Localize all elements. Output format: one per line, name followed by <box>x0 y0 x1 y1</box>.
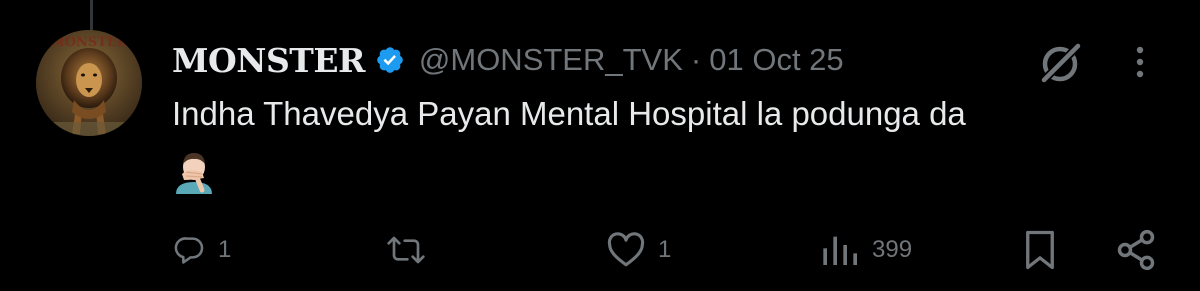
thread-connector-line <box>90 0 93 30</box>
share-icon <box>1117 229 1155 271</box>
verified-badge-icon[interactable] <box>375 45 405 75</box>
views-icon <box>823 236 857 265</box>
grok-icon[interactable] <box>1036 38 1086 88</box>
like-button[interactable]: 1 <box>606 222 671 278</box>
avatar-watermark-text: MONSTER <box>50 35 128 50</box>
bookmark-button[interactable] <box>1022 222 1058 278</box>
tweet-actions-bar: 1 1 399 <box>0 222 1200 278</box>
tweet-header: MONSTER @MONSTER_TVK · 01 Oct 25 <box>172 36 844 84</box>
like-count: 1 <box>658 236 672 263</box>
user-handle[interactable]: @MONSTER_TVK <box>419 42 683 78</box>
retweet-button[interactable] <box>386 222 438 278</box>
bookmark-icon <box>1026 230 1054 270</box>
tweet-date[interactable]: 01 Oct 25 <box>709 42 843 78</box>
reply-button[interactable]: 1 <box>174 222 231 278</box>
avatar[interactable]: MONSTER <box>36 30 142 136</box>
share-button[interactable] <box>1114 222 1158 278</box>
header-separator: · <box>690 42 702 77</box>
tweet-text: Indha Thavedya Payan Mental Hospital la … <box>172 95 966 132</box>
views-count: 399 <box>872 236 913 263</box>
lion-avatar-image: MONSTER <box>36 30 142 136</box>
reply-icon <box>174 237 204 264</box>
reply-count: 1 <box>218 236 232 263</box>
heart-icon <box>607 232 645 267</box>
more-options-icon[interactable] <box>1128 38 1152 86</box>
man-facepalming-emoji-icon <box>172 150 216 194</box>
display-name[interactable]: MONSTER <box>172 41 365 80</box>
retweet-icon <box>387 236 425 264</box>
views-button[interactable]: 399 <box>820 222 912 278</box>
